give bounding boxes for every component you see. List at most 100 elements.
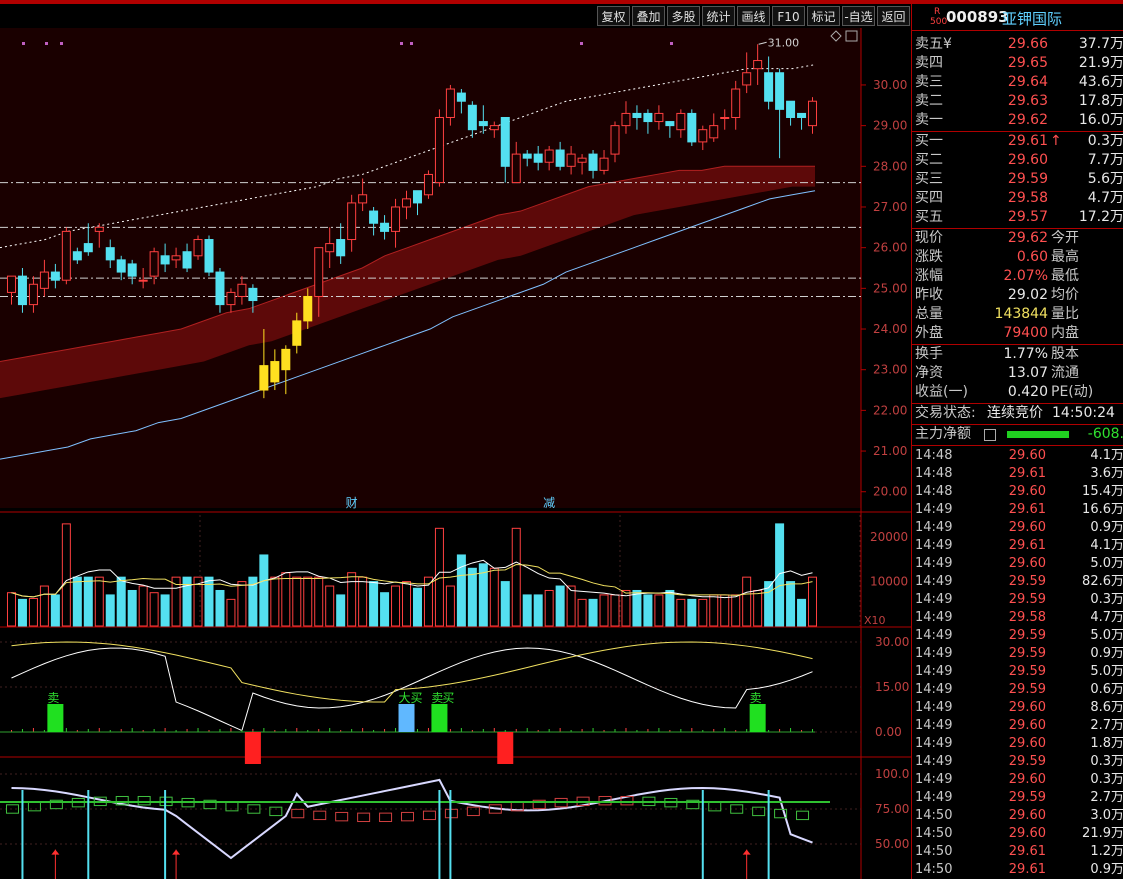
tick-time: 14:49 [915,628,953,643]
candle-body [665,121,675,127]
tick-volume: 82.6万 [1082,574,1123,589]
volume-bar [149,592,159,627]
tick-price: 29.59 [1008,790,1046,805]
toolbar-button-0[interactable]: 复权 [597,6,630,26]
tick-row-6: 14:49 29.60 5.0万 [912,555,1123,573]
bid-row-4: 买五 29.57 17.2万 [912,208,1123,227]
toolbar-button-4[interactable]: 画线 [737,6,770,26]
tick-volume: 2.7万 [1090,790,1123,805]
tick-row-9: 14:49 29.58 4.7万 [912,609,1123,627]
tick-price: 29.60 [1008,808,1046,823]
chart-area[interactable]: 30.00 29.00 28.00 27.00 26.00 25.00 24.00 23.00… [0,28,911,879]
tick-time: 14:49 [915,646,953,661]
ask-volume: 43.6万 [1078,74,1123,90]
ask-row-4: 卖一 29.62 16.0万 [912,111,1123,130]
ind1-signal-label: 大买 [399,691,423,705]
ask-row-2: 卖三 29.64 43.6万 [912,73,1123,92]
tick-row-2: 14:48 29.60 15.4万 [912,483,1123,501]
fund-value: 0.420 [1007,384,1048,400]
bid-volume: 7.7万 [1087,152,1123,168]
toolbar-button-2[interactable]: 多股 [667,6,700,26]
volume-bar [676,598,686,627]
tick-volume: 16.6万 [1082,502,1123,517]
kline-chart[interactable]: 30.00 29.00 28.00 27.00 26.00 25.00 24.00 23.00… [0,28,911,879]
ask-volume: 17.8万 [1078,93,1123,109]
candle-body [193,239,203,257]
volume-tick-label-0: 20000 [870,530,908,544]
candle-body [336,239,346,257]
ask-volume: 37.7万 [1078,36,1123,52]
candle-body [61,230,71,281]
candle-body [555,149,565,167]
toolbar-button-8[interactable]: 返回 [877,6,910,26]
badge-num: 500 [930,17,948,27]
event-dot [670,42,673,45]
tick-volume: 5.0万 [1090,628,1123,643]
quote-label-2: 最低 [1051,268,1079,284]
tick-price: 29.61 [1008,844,1046,859]
volume-bar [632,589,642,627]
toolbar-button-3[interactable]: 统计 [702,6,735,26]
quote-value: 2.07% [1003,268,1048,284]
main-force-icon[interactable] [984,429,996,441]
quote-label-2: 量比 [1051,306,1079,322]
tick-price: 29.59 [1008,754,1046,769]
ask-row-1: 卖四 29.65 21.9万 [912,54,1123,73]
toolbar-button-5[interactable]: F10 [772,6,805,26]
candle-body [28,283,38,306]
candle-body [467,104,477,131]
toolbar-button-6[interactable]: 标记 [807,6,840,26]
tick-time: 14:50 [915,808,953,823]
main-force-label: 主力净额 [915,426,971,442]
candle-body [358,194,368,204]
candle-body [215,271,225,306]
bid-volume: 17.2万 [1078,209,1123,225]
candle-body [248,287,258,302]
candle-body [731,88,741,118]
tick-row-23: 14:50 29.61 0.9万 [912,861,1123,879]
tick-time: 14:49 [915,556,953,571]
toolbar-button-7[interactable]: -自选 [842,6,875,26]
volume-bar [500,581,510,627]
sep-main-force [912,445,1123,446]
candle-body [456,92,466,102]
tick-row-18: 14:49 29.60 0.3万 [912,771,1123,789]
tick-price: 29.61 [1008,538,1046,553]
price-tick-label-0: 30.00 [873,78,907,92]
volume-bar [402,581,412,627]
tick-volume: 2.7万 [1090,718,1123,733]
candle-body [391,206,401,232]
event-dot [60,42,63,45]
event-dot [580,42,583,45]
tick-row-0: 14:48 29.60 4.1万 [912,447,1123,465]
tick-row-3: 14:49 29.61 16.6万 [912,501,1123,519]
candle-body [533,153,543,163]
volume-bar [709,594,719,627]
candle-body [621,112,631,127]
tick-time: 14:49 [915,664,953,679]
candle-body [720,116,730,119]
candle-body [654,112,664,123]
toolbar-button-1[interactable]: 叠加 [632,6,665,26]
tick-time: 14:48 [915,466,953,481]
ind1-signal-block [244,732,261,764]
tick-price: 29.60 [1008,736,1046,751]
volume-bar [753,589,763,627]
tick-volume: 0.3万 [1090,592,1123,607]
fund-value: 1.77% [1003,346,1048,362]
ind1-signal-block [749,704,766,732]
volume-bar [742,576,752,627]
tick-volume: 3.6万 [1090,466,1123,481]
tick-time: 14:49 [915,736,953,751]
ind1-signal-label: 卖 [750,691,762,705]
fund-row-2: 收益(一) 0.420 PE(动) [912,383,1123,402]
volume-bar [138,585,148,627]
tick-volume: 0.6万 [1090,682,1123,697]
fund-label: 净资 [915,365,943,381]
ask-volume: 16.0万 [1078,112,1123,128]
candle-body [643,112,653,123]
volume-bar [226,598,236,627]
ask-label: 卖一 [915,112,943,128]
ind1-signal-block [497,732,514,764]
volume-bar [358,576,368,627]
